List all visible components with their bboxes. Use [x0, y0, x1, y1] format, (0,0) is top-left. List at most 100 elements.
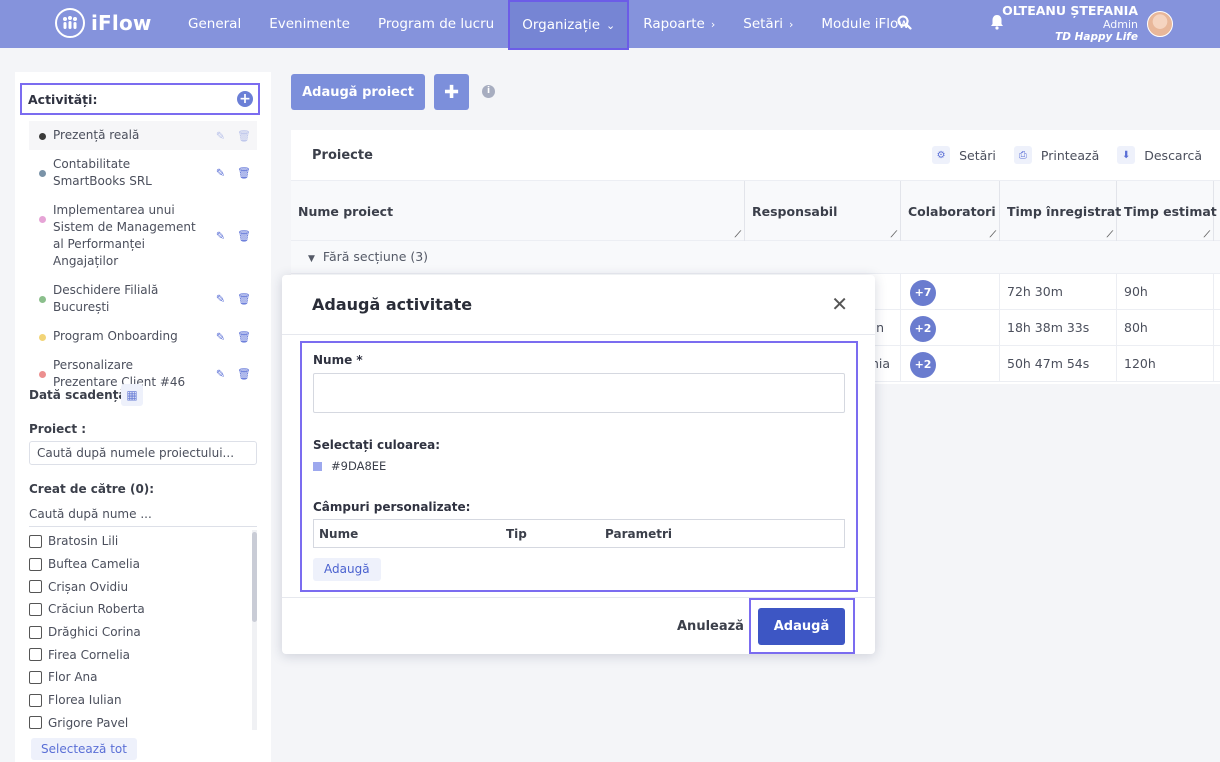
- activity-item[interactable]: Deschidere Filială București ✎ 🗑︎: [29, 276, 257, 322]
- logo-people-icon: [55, 8, 85, 38]
- column-header[interactable]: Timp înregistrat ⟋: [1000, 181, 1121, 242]
- trash-icon[interactable]: 🗑︎: [237, 366, 251, 383]
- activity-item[interactable]: Implementarea unui Sistem de Management …: [29, 196, 257, 276]
- pencil-icon[interactable]: ✎: [216, 165, 225, 182]
- activity-item[interactable]: Contabilitate SmartBooks SRL ✎ 🗑︎: [29, 150, 257, 196]
- resize-handle-icon: ⟋: [1203, 230, 1210, 240]
- due-date-label: Dată scadență:: [29, 388, 132, 402]
- created-by-label: Creat de către (0):: [29, 482, 155, 496]
- select-all-button[interactable]: Selectează tot: [31, 738, 137, 760]
- color-hex-value[interactable]: #9DA8EE: [331, 459, 386, 473]
- avatar[interactable]: [1147, 11, 1173, 37]
- column-header[interactable]: Timp estimat ⟋: [1117, 181, 1217, 242]
- add-activity-icon[interactable]: +: [237, 91, 253, 107]
- activity-item[interactable]: Program Onboarding ✎ 🗑︎: [29, 322, 257, 351]
- search-icon[interactable]: [897, 15, 912, 34]
- close-icon[interactable]: ✕: [831, 292, 848, 316]
- checkbox[interactable]: [29, 534, 42, 548]
- submit-button[interactable]: Adaugă: [758, 608, 845, 645]
- creator-search-input[interactable]: Caută după nume ...: [29, 505, 257, 527]
- top-navbar: iFlow General Evenimente Program de lucr…: [0, 0, 1220, 50]
- creator-checkbox-row[interactable]: Grigore Pavel: [29, 712, 257, 731]
- scrollbar-thumb[interactable]: [252, 532, 257, 622]
- project-search-input[interactable]: Caută după numele proiectului...: [29, 441, 257, 465]
- add-activity-modal: Adaugă activitate ✕ Nume * Selectați cul…: [282, 275, 875, 654]
- name-input[interactable]: [313, 373, 845, 413]
- checkbox[interactable]: [29, 557, 42, 571]
- download-button[interactable]: ⬇ Descarcă: [1117, 146, 1202, 164]
- pencil-icon[interactable]: ✎: [216, 328, 225, 345]
- section-row[interactable]: ▼ Fără secțiune (3): [291, 241, 1220, 274]
- caret-down-icon[interactable]: ▼: [308, 254, 315, 264]
- user-info[interactable]: OLTEANU ȘTEFANIA Admin TD Happy Life: [1002, 3, 1138, 43]
- add-custom-field-button[interactable]: Adaugă: [313, 558, 381, 581]
- trash-icon[interactable]: 🗑︎: [237, 165, 251, 182]
- checkbox[interactable]: [29, 625, 42, 639]
- pencil-icon[interactable]: ✎: [216, 228, 225, 245]
- modal-form: Nume * Selectați culoarea: #9DA8EE Câmpu…: [300, 341, 858, 592]
- creator-checkbox-row[interactable]: Flor Ana: [29, 666, 257, 689]
- activity-color-dot: [39, 334, 46, 341]
- checkbox[interactable]: [29, 670, 42, 684]
- trash-icon[interactable]: 🗑︎: [237, 228, 251, 245]
- resize-handle-icon: ⟋: [989, 230, 996, 240]
- resize-handle-icon: ⟋: [1106, 230, 1113, 240]
- cancel-button[interactable]: Anulează: [677, 619, 744, 634]
- pencil-icon[interactable]: ✎: [216, 291, 225, 308]
- info-icon[interactable]: i: [482, 85, 495, 98]
- user-company: TD Happy Life: [1055, 31, 1138, 43]
- checkbox[interactable]: [29, 602, 42, 616]
- creator-checkbox-row[interactable]: Firea Cornelia: [29, 643, 257, 666]
- collaborators-badge[interactable]: +2: [910, 316, 936, 342]
- creator-checkbox-row[interactable]: Bratosin Lili: [29, 530, 257, 553]
- checkbox[interactable]: [29, 693, 42, 707]
- pencil-icon[interactable]: ✎: [216, 127, 225, 144]
- column-header[interactable]: Responsabil ⟋: [745, 181, 901, 242]
- activity-color-dot: [39, 170, 46, 177]
- trash-icon[interactable]: 🗑︎: [237, 127, 251, 144]
- print-button[interactable]: ⎙ Printează: [1013, 146, 1099, 164]
- settings-button[interactable]: ⚙ Setări: [932, 146, 996, 164]
- column-header[interactable]: Nume proiect ⟋: [291, 181, 745, 242]
- resize-handle-icon: ⟋: [734, 230, 741, 240]
- resize-handle-icon: ⟋: [890, 230, 897, 240]
- trash-icon[interactable]: 🗑︎: [237, 328, 251, 345]
- nav-setari[interactable]: Setări ›: [729, 0, 807, 48]
- nav-general[interactable]: General: [174, 0, 255, 48]
- nav-organizatie[interactable]: Organizație ⌄: [508, 0, 630, 50]
- trash-icon[interactable]: 🗑︎: [237, 291, 251, 308]
- custom-fields-table: Nume Tip Parametri: [313, 519, 845, 548]
- creator-checkbox-row[interactable]: Crăciun Roberta: [29, 598, 257, 621]
- creator-checkbox-row[interactable]: Buftea Camelia: [29, 553, 257, 576]
- download-icon: ⬇: [1117, 146, 1136, 164]
- app-logo[interactable]: iFlow: [55, 8, 152, 38]
- checkbox[interactable]: [29, 580, 42, 594]
- creators-list: Bratosin Lili Buftea Camelia Crișan Ovid…: [29, 530, 257, 730]
- custom-fields-label: Câmpuri personalizate:: [313, 500, 471, 514]
- main-nav: General Evenimente Program de lucru Orga…: [174, 0, 923, 50]
- activities-header: Activități: +: [20, 83, 260, 115]
- panel-actions: ⚙ Setări ⎙ Printează ⬇ Descarcă: [932, 146, 1202, 164]
- checkbox[interactable]: [29, 648, 42, 662]
- column-header[interactable]: Colaboratori ⟋: [901, 181, 1000, 242]
- color-swatch[interactable]: [313, 462, 322, 471]
- collaborators-badge[interactable]: +2: [910, 352, 936, 378]
- plus-icon[interactable]: ✚: [434, 74, 469, 110]
- nav-evenimente[interactable]: Evenimente: [255, 0, 364, 48]
- pencil-icon[interactable]: ✎: [216, 366, 225, 383]
- activity-color-dot: [39, 371, 46, 378]
- checkbox[interactable]: [29, 716, 42, 730]
- add-project-button[interactable]: Adaugă proiect: [291, 74, 425, 110]
- table-header: Nume proiect ⟋ Responsabil ⟋ Colaboratori ⟋…: [291, 180, 1220, 242]
- creator-checkbox-row[interactable]: Florea Iulian: [29, 689, 257, 712]
- nav-program-de-lucru[interactable]: Program de lucru: [364, 0, 508, 48]
- user-name: OLTEANU ȘTEFANIA: [1002, 3, 1138, 18]
- collaborators-badge[interactable]: +7: [910, 280, 936, 306]
- creator-checkbox-row[interactable]: Crișan Ovidiu: [29, 575, 257, 598]
- creator-checkbox-row[interactable]: Drăghici Corina: [29, 621, 257, 644]
- nav-rapoarte[interactable]: Rapoarte ›: [629, 0, 729, 48]
- calendar-icon[interactable]: ▦: [121, 384, 143, 406]
- activity-item[interactable]: Prezență reală ✎ 🗑︎: [29, 121, 257, 150]
- chevron-right-icon: ›: [710, 17, 716, 31]
- column-header: Parametri: [605, 527, 672, 541]
